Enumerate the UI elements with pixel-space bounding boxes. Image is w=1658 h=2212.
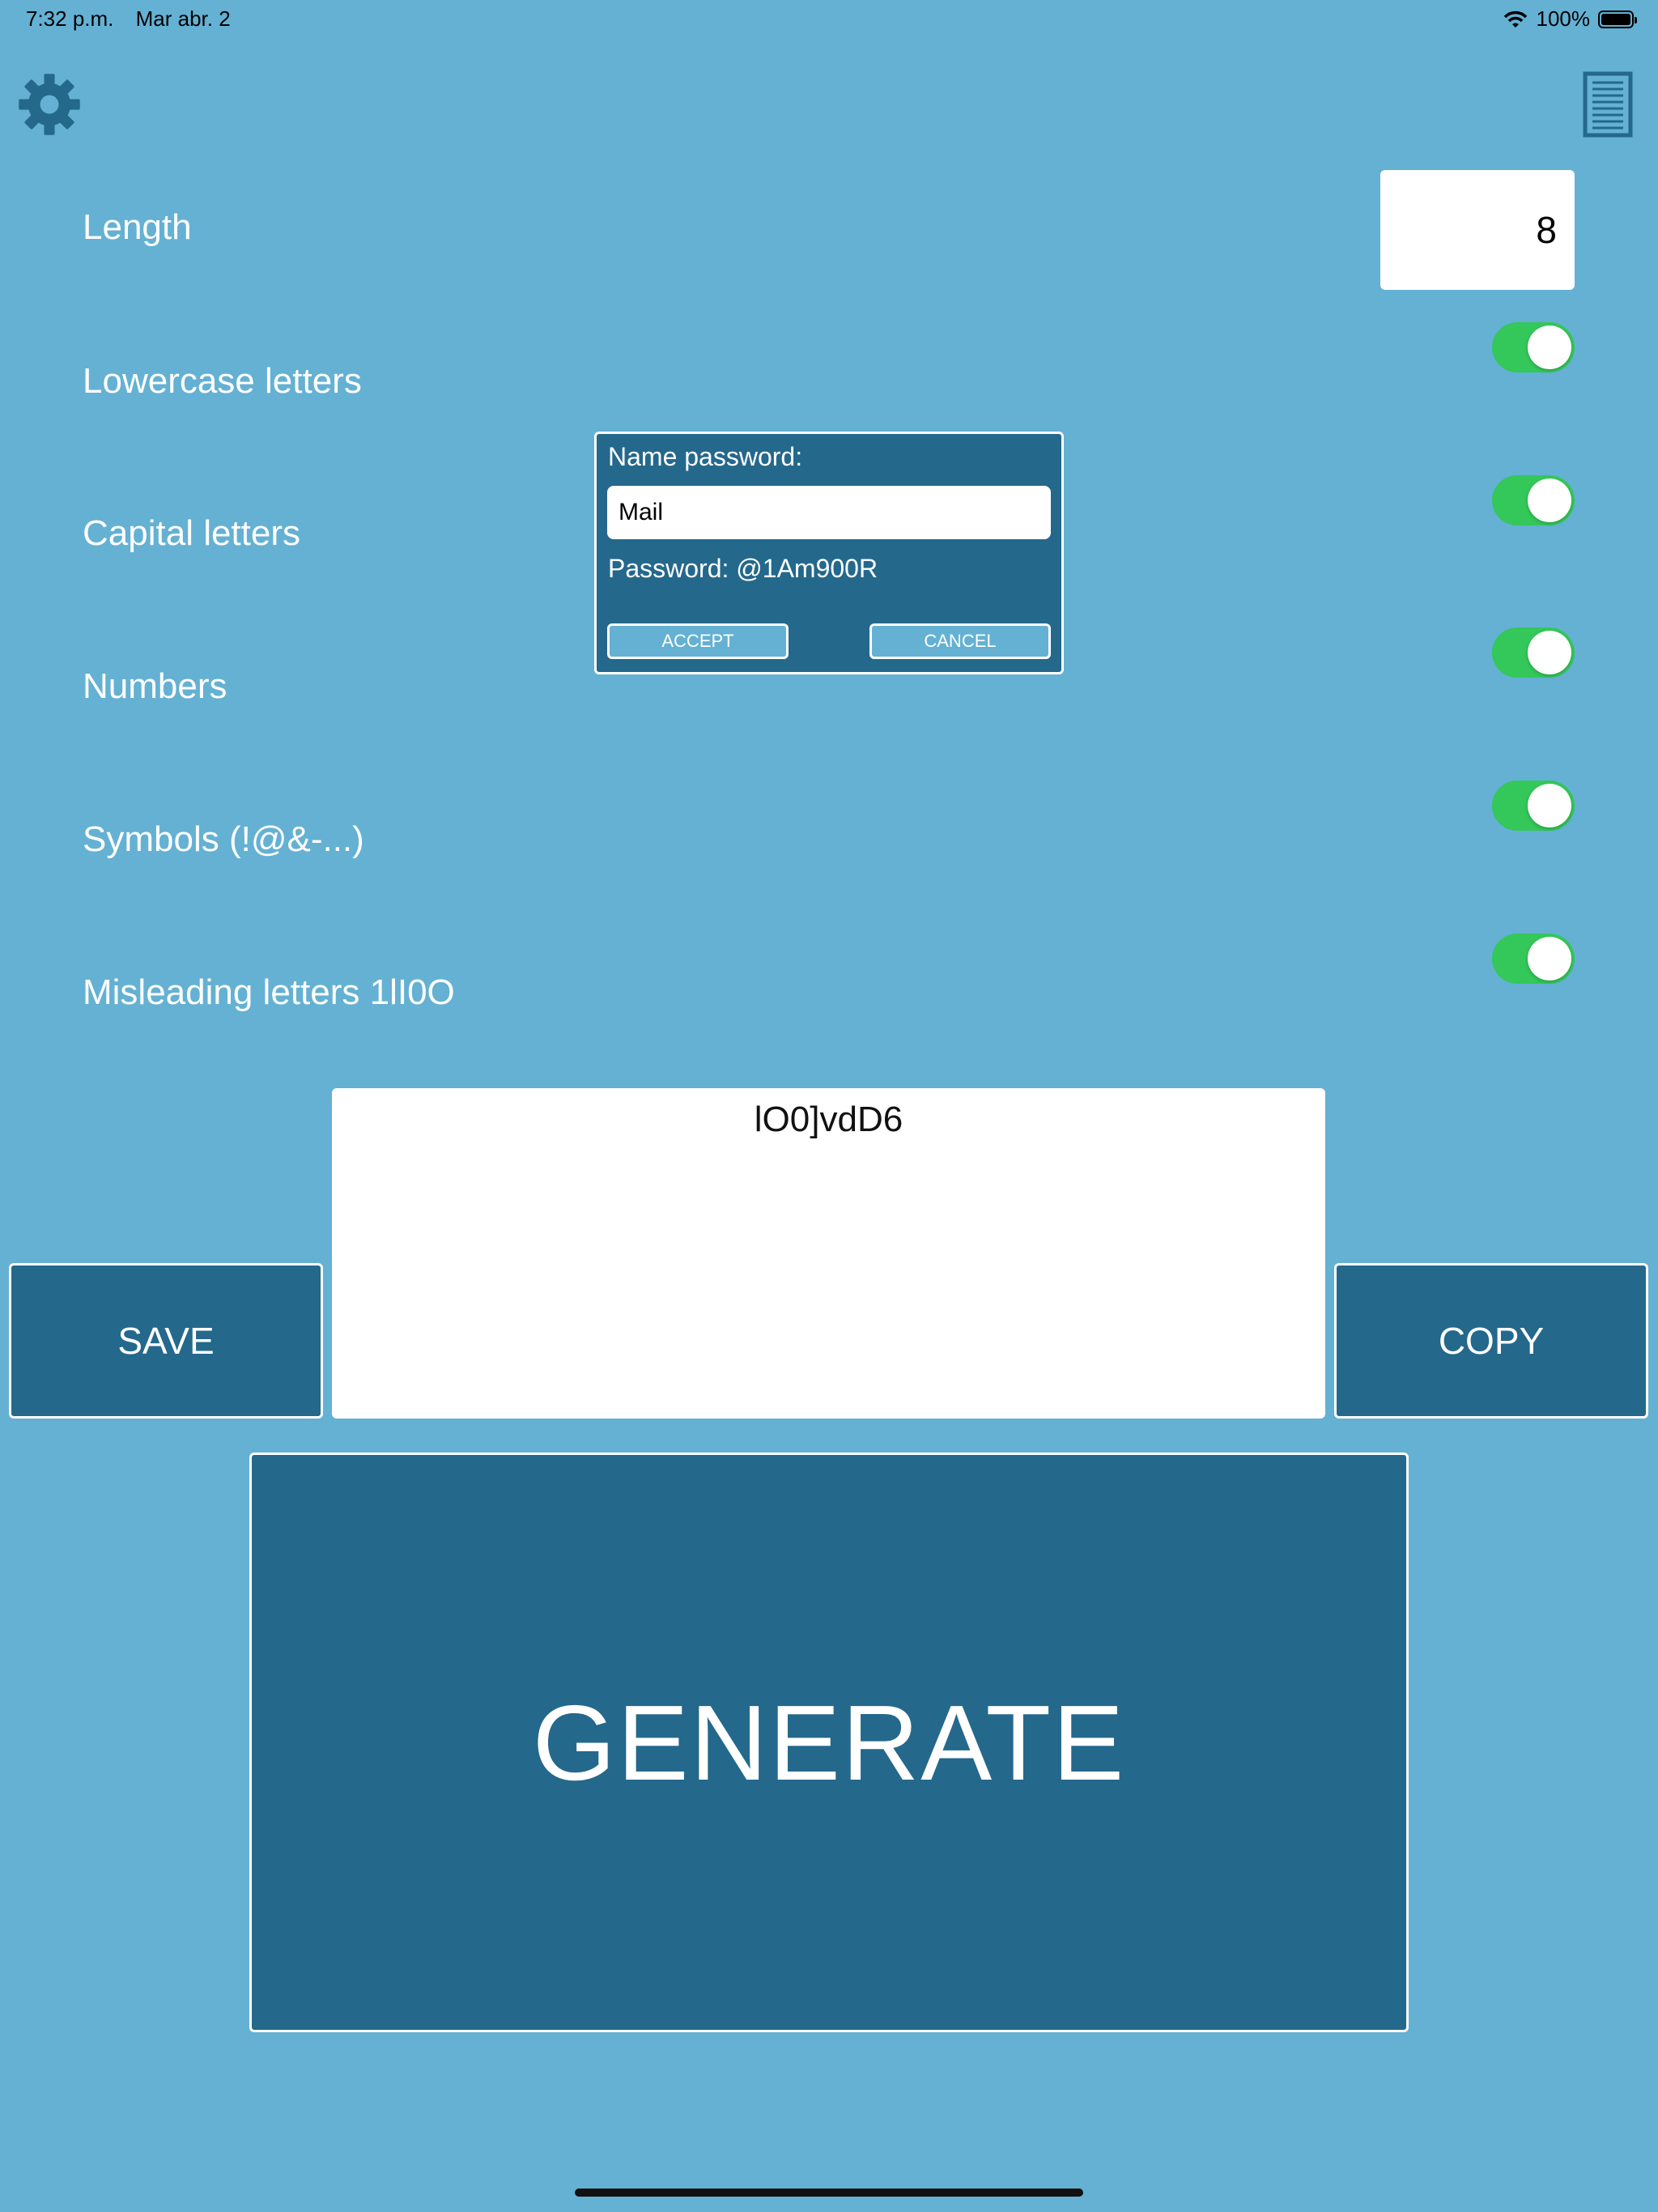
battery-percent: 100% [1536,6,1591,31]
home-indicator[interactable] [575,2189,1083,2197]
lowercase-toggle[interactable] [1492,322,1575,372]
generate-button[interactable]: GENERATE [249,1453,1409,2032]
password-name-input[interactable]: Mail [607,486,1051,539]
numbers-label: Numbers [83,666,227,706]
gear-icon[interactable] [16,71,83,138]
dialog-title: Name password: [608,442,803,471]
save-button[interactable]: SAVE [9,1263,323,1419]
numbers-toggle[interactable] [1492,627,1575,678]
toggle-knob [1528,479,1571,522]
wifi-icon [1503,11,1527,28]
misleading-label: Misleading letters 1lI0O [83,972,455,1012]
capitals-toggle[interactable] [1492,475,1575,525]
toggle-knob [1528,784,1571,827]
toggle-knob [1528,631,1571,674]
battery-icon [1598,10,1637,28]
name-password-dialog: Name password: Mail Password: @1Am900R A… [594,432,1064,674]
dialog-password-text: Password: @1Am900R [608,554,878,583]
copy-button[interactable]: COPY [1334,1263,1648,1419]
misleading-toggle[interactable] [1492,934,1575,984]
status-bar-left: 7:32 p.m. Mar abr. 2 [26,6,247,32]
toggle-knob [1528,937,1571,981]
cancel-button[interactable]: CANCEL [869,623,1051,659]
status-bar-right: 100% [1503,6,1637,32]
length-label: Length [83,207,192,247]
accept-button[interactable]: ACCEPT [607,623,789,659]
symbols-label: Symbols (!@&-...) [83,819,364,859]
lowercase-label: Lowercase letters [83,361,362,401]
capitals-label: Capital letters [83,513,301,553]
status-date: Mar abr. 2 [135,6,231,31]
toggle-knob [1528,325,1571,369]
status-time: 7:32 p.m. [26,6,114,31]
password-output[interactable]: lO0]vdD6 [332,1088,1325,1419]
symbols-toggle[interactable] [1492,781,1575,831]
length-input[interactable]: 8 [1380,170,1575,290]
document-list-icon[interactable] [1583,71,1633,138]
